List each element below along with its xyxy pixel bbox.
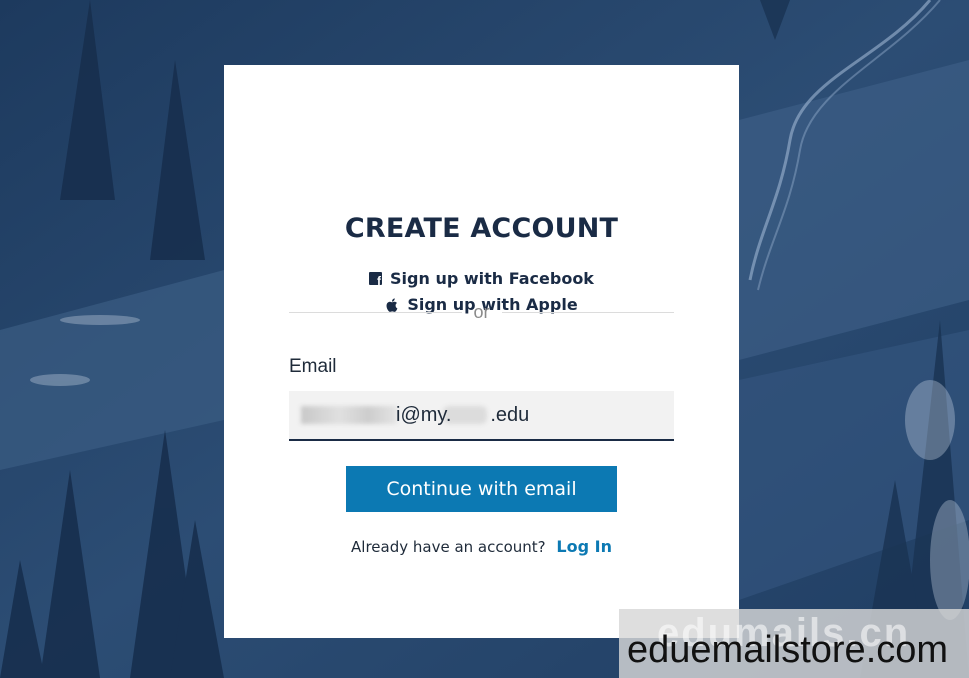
facebook-icon: f: [369, 272, 383, 287]
page-title: CREATE ACCOUNT: [344, 213, 619, 244]
login-prompt-row: Already have an account? Log In: [224, 537, 739, 556]
sign-up-facebook-button[interactable]: f Sign up with Facebook: [224, 269, 739, 288]
or-divider: or: [289, 301, 675, 323]
email-input-value: i@my. .edu: [396, 404, 530, 426]
log-in-link[interactable]: Log In: [556, 537, 612, 556]
create-account-card: CREATE ACCOUNT f Sign up with Facebook S…: [224, 65, 739, 638]
redacted-username: [301, 406, 397, 424]
watermark-brand-text: eduemailstore.com: [627, 629, 949, 671]
divider-line-left: [289, 311, 462, 313]
facebook-button-label: Sign up with Facebook: [390, 269, 594, 288]
login-prompt-text: Already have an account?: [351, 538, 546, 556]
email-label: Email: [289, 356, 337, 377]
email-input[interactable]: i@my. .edu: [289, 391, 674, 441]
continue-with-email-button[interactable]: Continue with email: [346, 466, 617, 512]
divider-or-text: or: [473, 301, 490, 322]
watermark-overlay: edumails.cn eduemailstore.com: [619, 609, 969, 678]
divider-line-right: [501, 311, 675, 313]
